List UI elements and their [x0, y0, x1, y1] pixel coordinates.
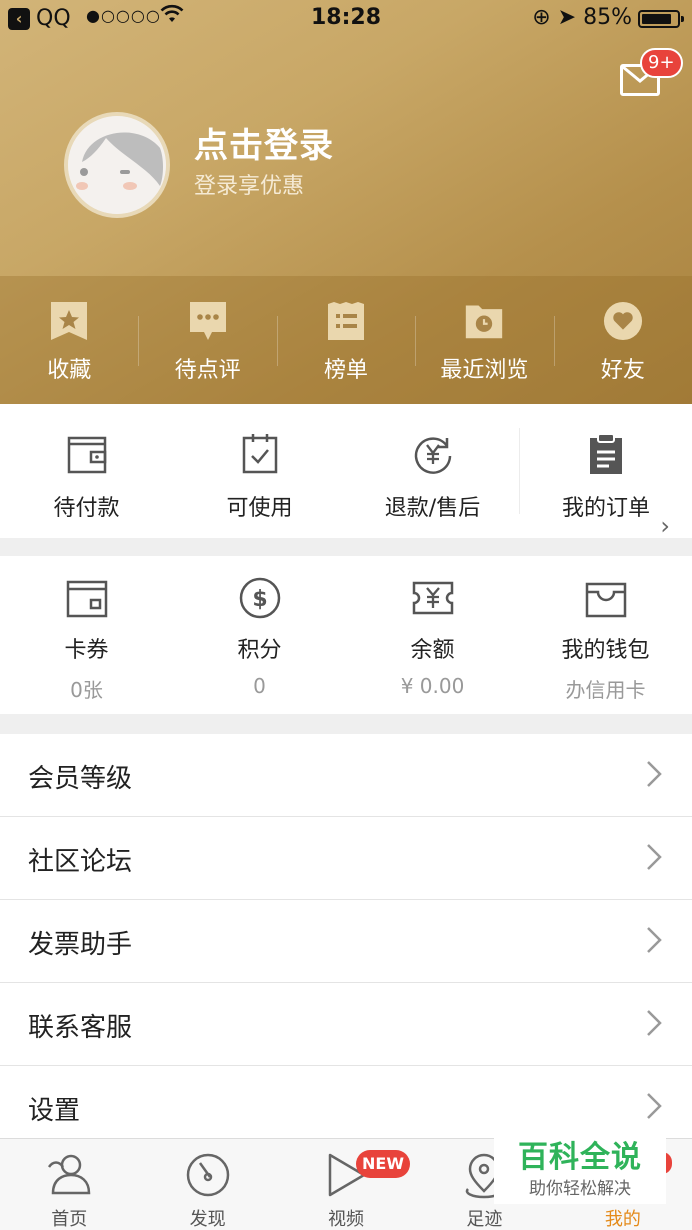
list-icon: [328, 302, 365, 340]
quick-item-pending-review[interactable]: 待点评: [138, 276, 276, 404]
orders-row: 待付款 可使用 退款/售后 我的订单 ›: [0, 404, 692, 540]
battery-text: 85%: [583, 5, 632, 30]
avatar[interactable]: [64, 112, 170, 218]
status-bar: ‹ QQ ●○○○○ 18:28 ⊕ ➤ 85%: [0, 0, 692, 38]
order-refund[interactable]: 退款/售后: [346, 404, 519, 538]
quick-label: 待点评: [174, 358, 241, 383]
wallet-value: ¥ 0.00: [400, 674, 465, 698]
tab-label: 足迹: [466, 1209, 503, 1230]
svg-text:$: $: [252, 587, 267, 612]
refund-icon: [414, 437, 451, 474]
menu-label: 联系客服: [28, 1013, 133, 1043]
wallet-row: 卡券 0张 $ 积分 0 余额 ¥ 0.00 我的钱包 办信用卡: [0, 556, 692, 714]
profile-header: ‹ QQ ●○○○○ 18:28 ⊕ ➤ 85% 9+ 点击登录 登录享优惠 收…: [0, 0, 692, 404]
quick-label: 好友: [600, 358, 645, 383]
wallet-label: 积分: [237, 638, 282, 663]
menu-label: 会员等级: [28, 764, 133, 794]
chevron-right-icon: [647, 761, 662, 787]
tab-discover[interactable]: 发现: [138, 1139, 276, 1230]
order-pending-payment[interactable]: 待付款: [0, 404, 173, 538]
menu-item-support[interactable]: 联系客服: [0, 983, 692, 1066]
ticket-icon: [412, 581, 453, 615]
quick-actions-bar: 收藏 待点评 榜单 最近浏览 好友: [0, 276, 692, 404]
wallet-label: 卡券: [64, 638, 109, 663]
chevron-right-icon: [647, 1093, 662, 1119]
menu-label: 设置: [28, 1096, 81, 1126]
menu-label: 发票助手: [28, 930, 133, 960]
watermark: 百科全说 助你轻松解决: [494, 1136, 666, 1204]
order-label: 退款/售后: [384, 496, 481, 521]
quick-item-favorites[interactable]: 收藏: [0, 276, 138, 404]
heart-icon: [603, 301, 642, 341]
tab-label: 视频: [328, 1209, 365, 1230]
chevron-right-icon: ›: [660, 512, 670, 540]
purse-icon: [585, 582, 626, 618]
chevron-right-icon: [647, 844, 662, 870]
my-orders-link[interactable]: 我的订单 ›: [519, 428, 692, 540]
tab-label: 我的: [604, 1209, 641, 1230]
login-subtitle: 登录享优惠: [194, 174, 305, 199]
quick-label: 榜单: [324, 358, 369, 383]
wallet-label: 我的钱包: [561, 638, 650, 663]
battery-percent: ⊕ ➤ 85%: [532, 5, 632, 30]
order-label: 待付款: [53, 496, 120, 521]
menu-item-invoice[interactable]: 发票助手: [0, 900, 692, 983]
dollar-icon: $: [239, 577, 280, 619]
mail-badge: 9+: [640, 48, 683, 78]
checklist-icon: [242, 434, 277, 474]
tab-label: 首页: [51, 1209, 88, 1230]
tab-home[interactable]: 首页: [0, 1139, 138, 1230]
battery-icon: [638, 10, 684, 28]
menu-label: 社区论坛: [28, 847, 133, 877]
clipboard-icon: [590, 433, 622, 474]
wallet-value: 0张: [70, 678, 103, 702]
wallet-my-wallet[interactable]: 我的钱包 办信用卡: [519, 556, 692, 714]
login-title[interactable]: 点击登录: [194, 118, 334, 167]
wallet-value: 0: [253, 674, 266, 698]
wallet-coupons[interactable]: 卡券 0张: [0, 556, 173, 714]
history-icon: [466, 305, 503, 339]
chevron-right-icon: [647, 1010, 662, 1036]
chevron-right-icon: [647, 927, 662, 953]
quick-label: 最近浏览: [440, 358, 529, 383]
order-label: 可使用: [226, 496, 293, 521]
order-usable[interactable]: 可使用: [173, 404, 346, 538]
wallet-value[interactable]: 办信用卡: [519, 674, 692, 703]
wallet-balance[interactable]: 余额 ¥ 0.00: [346, 556, 519, 714]
wallet-icon: [67, 436, 106, 474]
settings-menu: 会员等级 社区论坛 发票助手 联系客服 设置: [0, 734, 692, 1149]
wallet-points[interactable]: $ 积分 0: [173, 556, 346, 714]
home-icon: [48, 1154, 91, 1195]
menu-item-forum[interactable]: 社区论坛: [0, 817, 692, 900]
watermark-subtitle: 助你轻松解决: [529, 1179, 631, 1199]
quick-item-rankings[interactable]: 榜单: [276, 276, 415, 404]
menu-item-membership[interactable]: 会员等级: [0, 734, 692, 817]
comment-icon: [189, 302, 226, 340]
quick-item-recent[interactable]: 最近浏览: [415, 276, 553, 404]
quick-label: 收藏: [47, 358, 92, 383]
card-icon: [66, 580, 107, 618]
wallet-label: 余额: [410, 638, 455, 663]
discover-icon: [186, 1153, 229, 1197]
new-badge: NEW: [356, 1150, 410, 1178]
tab-label: 发现: [189, 1209, 226, 1230]
battery-level: [642, 14, 671, 24]
quick-item-friends[interactable]: 好友: [553, 276, 692, 404]
star-bookmark-icon: [51, 302, 88, 340]
watermark-title: 百科全说: [518, 1140, 642, 1175]
